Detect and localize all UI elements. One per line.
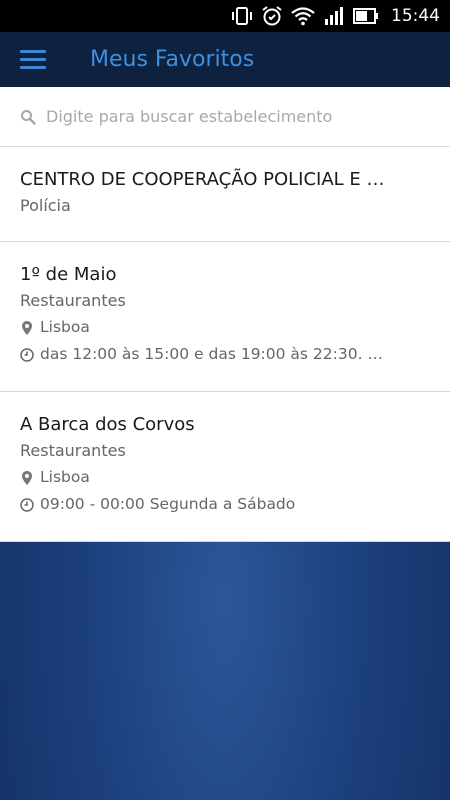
item-location: Lisboa xyxy=(40,468,90,486)
status-bar: 15:44 xyxy=(0,0,450,32)
search-input[interactable] xyxy=(44,106,428,127)
clock-icon xyxy=(20,497,34,512)
app-bar: Meus Favoritos xyxy=(0,32,450,87)
favorites-list: CENTRO DE COOPERAÇÃO POLICIAL E … Políci… xyxy=(0,147,450,542)
map-pin-icon xyxy=(20,470,34,485)
item-hours: das 12:00 às 15:00 e das 19:00 às 22:30.… xyxy=(40,345,385,363)
alarm-icon xyxy=(261,5,283,27)
list-item[interactable]: 1º de Maio Restaurantes Lisboa das 12:00… xyxy=(0,242,450,392)
item-hours: 09:00 - 00:00 Segunda a Sábado xyxy=(40,495,296,513)
page-title: Meus Favoritos xyxy=(90,47,255,72)
item-location-row: Lisboa xyxy=(20,464,430,491)
battery-icon xyxy=(353,7,379,25)
list-item[interactable]: A Barca dos Corvos Restaurantes Lisboa 0… xyxy=(0,392,450,542)
item-title: CENTRO DE COOPERAÇÃO POLICIAL E … xyxy=(20,169,385,190)
item-title: A Barca dos Corvos xyxy=(20,414,195,435)
item-hours-row: das 12:00 às 15:00 e das 19:00 às 22:30.… xyxy=(20,341,430,368)
item-hours-row: 09:00 - 00:00 Segunda a Sábado xyxy=(20,491,430,518)
list-item[interactable]: CENTRO DE COOPERAÇÃO POLICIAL E … Políci… xyxy=(0,147,450,242)
item-location: Lisboa xyxy=(40,318,90,336)
item-category: Restaurantes xyxy=(20,441,126,460)
item-location-row: Lisboa xyxy=(20,314,430,341)
search-icon xyxy=(20,109,36,125)
signal-icon xyxy=(323,6,345,26)
vibrate-icon xyxy=(231,6,253,26)
map-pin-icon xyxy=(20,320,34,335)
clock-icon xyxy=(20,347,34,362)
item-title: 1º de Maio xyxy=(20,264,117,285)
item-category: Restaurantes xyxy=(20,291,126,310)
search-bar xyxy=(0,87,450,147)
item-category: Polícia xyxy=(20,196,71,215)
status-time: 15:44 xyxy=(391,6,440,26)
hamburger-menu-icon[interactable] xyxy=(20,49,46,70)
wifi-icon xyxy=(291,6,315,26)
